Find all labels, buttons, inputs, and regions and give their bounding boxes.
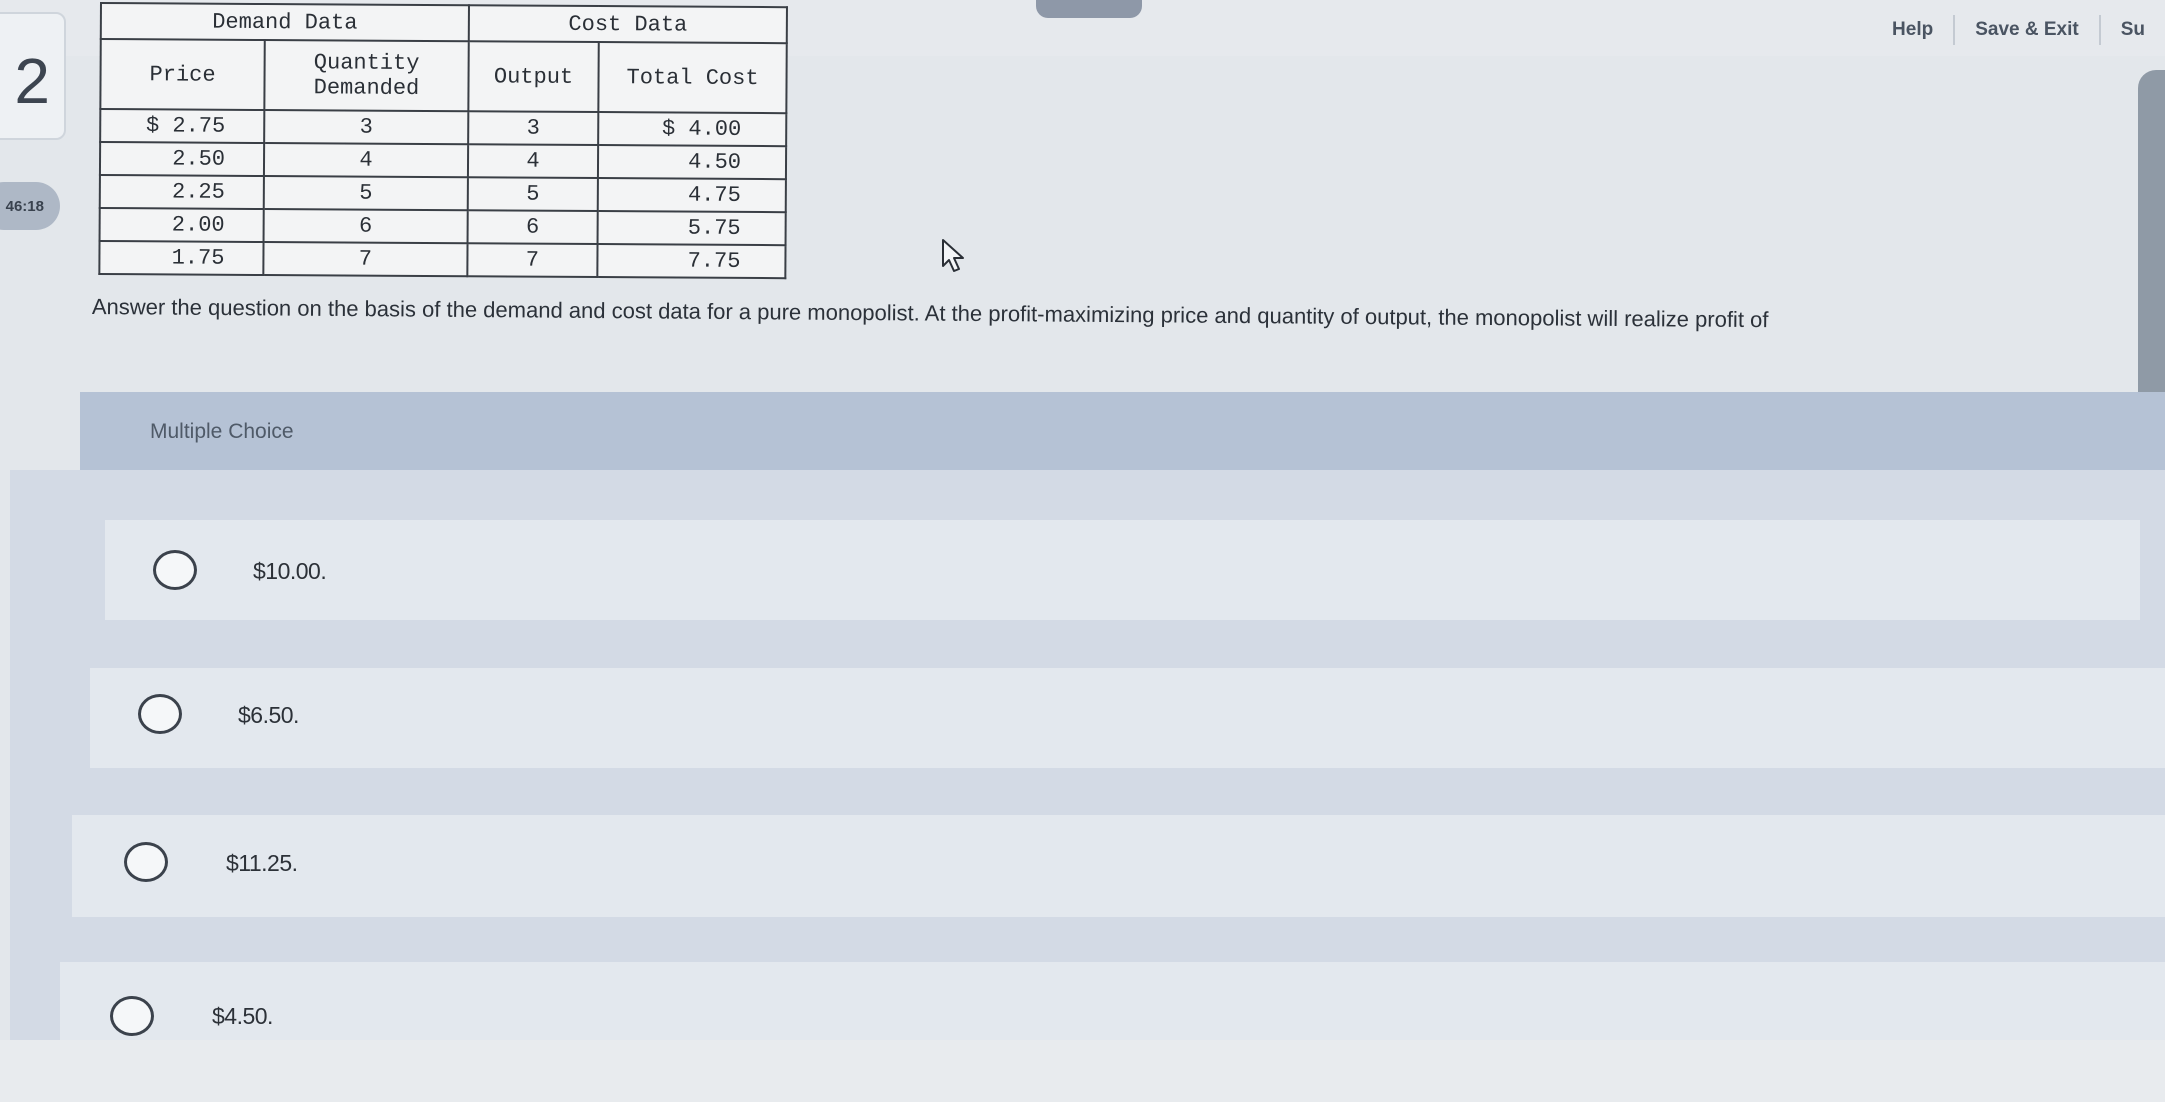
table-row: 1.75 7 7 7.75	[99, 241, 786, 279]
table-row: $ 2.75 3 3 $ 4.00	[100, 109, 787, 147]
table-cell: 5	[263, 176, 468, 211]
top-tab[interactable]	[1036, 0, 1142, 18]
table-cell: 4.75	[597, 178, 786, 213]
table-cell: $ 4.00	[598, 112, 787, 147]
submit-link[interactable]: Su	[2101, 19, 2165, 41]
answer-option-label: $4.50.	[212, 1003, 273, 1029]
answer-option[interactable]: $4.50.	[60, 962, 2165, 1040]
help-link[interactable]: Help	[1872, 19, 1953, 41]
table-cell: 1.75	[99, 241, 264, 276]
answer-option-label: $6.50.	[238, 702, 299, 728]
question-number-card[interactable]: 2	[0, 12, 66, 140]
table-row: 2.00 6 6 5.75	[99, 208, 786, 246]
table-cell: 7	[263, 242, 468, 277]
question-text: Answer the question on the basis of the …	[91, 293, 1769, 333]
table-cell: $ 2.75	[100, 109, 265, 144]
table-cell: 2.25	[99, 175, 264, 210]
table-cell: 6	[467, 210, 598, 245]
demand-cost-table: Demand Data Cost Data Price Quantity Dem…	[98, 2, 788, 280]
column-header: Total Cost	[598, 42, 787, 114]
table-cell: 6	[263, 209, 468, 244]
save-exit-link[interactable]: Save & Exit	[1955, 19, 2099, 41]
radio-button[interactable]	[153, 550, 197, 590]
table-cell: 4	[467, 144, 599, 179]
table-cell: 4	[263, 143, 469, 178]
answer-option[interactable]: $10.00.	[105, 520, 2140, 620]
answer-option[interactable]: $6.50.	[90, 668, 2165, 768]
radio-button[interactable]	[138, 694, 182, 734]
column-header: Quantity Demanded	[264, 40, 469, 112]
table-cell: 5.75	[597, 211, 786, 246]
table-cell: 7	[467, 243, 598, 278]
table-group-header: Cost Data	[468, 5, 787, 44]
radio-button[interactable]	[110, 996, 154, 1036]
table-row: 2.50 4 4 4.50	[99, 142, 787, 180]
answer-option-label: $10.00.	[253, 558, 327, 584]
table-cell: 7.75	[597, 244, 786, 279]
radio-button[interactable]	[124, 842, 168, 882]
top-links: Help Save & Exit Su	[1872, 12, 2165, 48]
table-cell: 3	[264, 110, 469, 145]
answer-option[interactable]: $11.25.	[72, 815, 2165, 917]
answer-option-label: $11.25.	[226, 850, 298, 876]
column-header: Output	[468, 41, 599, 113]
table-cell: 2.00	[99, 208, 264, 243]
column-header: Price	[100, 39, 265, 111]
table-row: 2.25 5 5 4.75	[99, 175, 786, 213]
table-cell: 3	[468, 111, 599, 146]
mouse-pointer-icon	[942, 239, 964, 272]
table-cell: 5	[467, 177, 598, 212]
bottom-strip	[0, 1040, 2165, 1102]
table-cell: 4.50	[597, 145, 787, 180]
question-number: 2	[14, 45, 50, 117]
multiple-choice-label: Multiple Choice	[150, 420, 294, 443]
table-cell: 2.50	[99, 142, 265, 177]
table-group-header: Demand Data	[100, 3, 469, 42]
timer-badge: 46:18	[0, 182, 60, 230]
